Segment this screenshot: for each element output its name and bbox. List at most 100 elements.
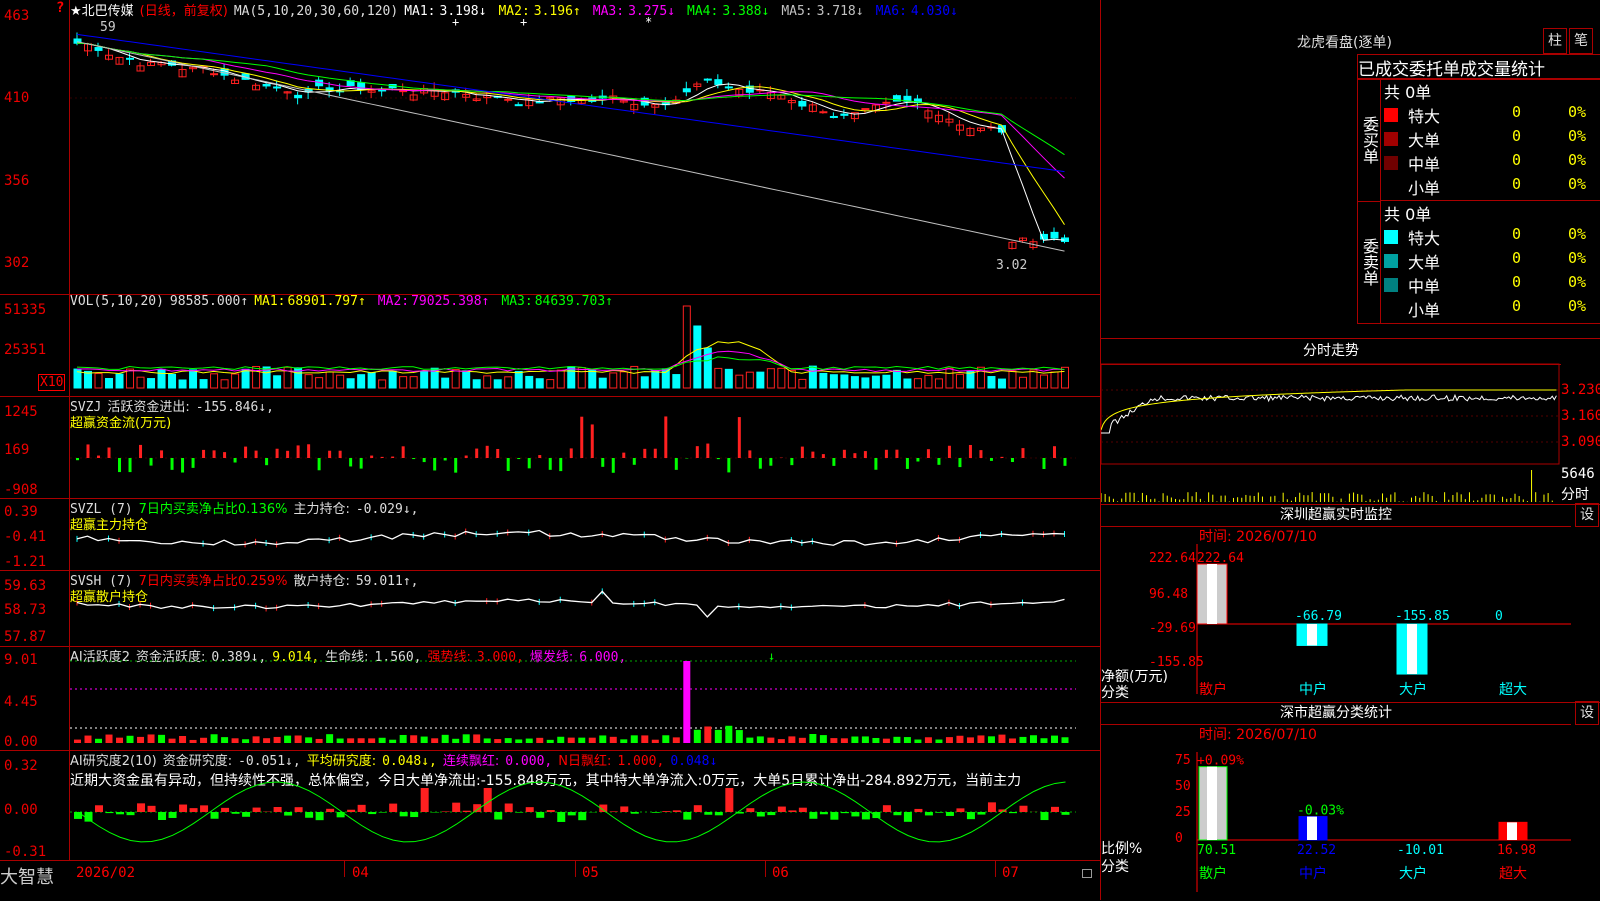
volume-bar bbox=[326, 372, 333, 388]
ai-activity-pane[interactable]: 9.01 4.45 0.00 AI活跃度2资金活跃度:0.389↓,9.014,… bbox=[0, 646, 1100, 751]
research-bar bbox=[683, 812, 691, 820]
realtime-monitor-panel[interactable]: 深圳超赢实时监控 设 时间: 2026/07/10 222.6496.48-29… bbox=[1101, 504, 1600, 703]
ai-research-pane[interactable]: 0.32 0.00 -0.31 AI研究度2(10)资金研究度:-0.051↓,… bbox=[0, 750, 1100, 860]
flow-bar bbox=[423, 458, 426, 462]
kline-pane[interactable]: 463 410 356 302 ? ★北巴传媒(日线，前复权)MA(5,10,2… bbox=[0, 0, 1100, 295]
volume-bar bbox=[935, 379, 942, 388]
flow-bar bbox=[97, 456, 100, 458]
research-bar bbox=[652, 812, 660, 813]
order-count: 0 bbox=[1512, 297, 1521, 315]
activity-bar bbox=[494, 739, 501, 743]
volume-chart[interactable] bbox=[0, 294, 1100, 396]
volume-bar bbox=[389, 371, 396, 388]
intraday-chart[interactable] bbox=[1101, 338, 1600, 504]
candle-body bbox=[505, 99, 512, 100]
ai-research-chart[interactable] bbox=[0, 750, 1100, 860]
candlestick-chart[interactable]: ++* bbox=[0, 0, 1100, 294]
svsh-pane[interactable]: 59.63 58.73 57.87 SVSH (7)7日内买卖净占比0.259%… bbox=[0, 570, 1100, 647]
volume-bar bbox=[736, 375, 743, 388]
research-bar bbox=[95, 805, 103, 812]
lock-icon[interactable] bbox=[1082, 869, 1092, 878]
monitor-value-label: 222.64 bbox=[1197, 551, 1244, 566]
svsh-chart[interactable] bbox=[0, 570, 1100, 646]
tick-toggle-button[interactable]: 笔 bbox=[1569, 28, 1593, 54]
volume-bar bbox=[274, 376, 281, 388]
flow-bar bbox=[339, 451, 342, 458]
volume-bar bbox=[1030, 370, 1037, 388]
volume-bar bbox=[232, 374, 239, 388]
svzj-chart[interactable] bbox=[0, 396, 1100, 498]
activity-bar bbox=[526, 739, 533, 743]
flow-bar bbox=[864, 451, 867, 458]
candle-body bbox=[862, 109, 869, 110]
volume-bar bbox=[725, 369, 732, 388]
dragon-tiger-panel: 龙虎看盘(逐单) 柱 笔 已成交委托单成交量统计 委买单 委卖单 共 0单 共 … bbox=[1101, 0, 1600, 339]
volume-bar bbox=[862, 378, 869, 388]
svzl-chart[interactable] bbox=[0, 498, 1100, 570]
activity-bar bbox=[505, 738, 512, 743]
flow-bar bbox=[234, 458, 237, 462]
volume-bar bbox=[851, 377, 858, 388]
activity-bar bbox=[914, 740, 921, 743]
flow-bar bbox=[1042, 458, 1045, 469]
order-size-label: 特大 bbox=[1408, 225, 1440, 249]
order-count: 0 bbox=[1512, 151, 1521, 169]
candle-body bbox=[704, 79, 711, 80]
flow-bar bbox=[486, 446, 489, 458]
volume-bar bbox=[536, 379, 543, 388]
classify-stats-panel[interactable]: 深市超赢分类统计 设 时间: 2026/07/10 7550250+0.09%7… bbox=[1101, 702, 1600, 900]
research-bar bbox=[830, 812, 838, 820]
svzj-pane[interactable]: 1245 169 -908 SVZJ活跃资金进出:-155.846↓, 超赢资金… bbox=[0, 396, 1100, 499]
research-bar bbox=[106, 812, 114, 813]
svzl-pane[interactable]: 0.39 -0.41 -1.21 SVZL (7)7日内买卖净占比0.136%主… bbox=[0, 498, 1100, 571]
order-color-swatch bbox=[1384, 108, 1398, 122]
order-color-swatch bbox=[1384, 302, 1398, 316]
activity-bar bbox=[935, 740, 942, 743]
flow-bar bbox=[570, 448, 573, 458]
classify-bar-chart[interactable]: 7550250+0.09%70.51散户-0.03%22.52中户-10.01大… bbox=[1101, 702, 1600, 900]
order-color-swatch bbox=[1384, 278, 1398, 292]
research-bar bbox=[389, 804, 397, 812]
intraday-panel[interactable]: 分时走势 3.230 3.160 3.090 5646 分时 bbox=[1101, 338, 1600, 505]
bar-highlight bbox=[1307, 624, 1317, 645]
order-size-label: 大单 bbox=[1408, 127, 1440, 151]
activity-bar bbox=[704, 726, 711, 743]
activity-bar bbox=[421, 737, 428, 743]
bar-toggle-button[interactable]: 柱 bbox=[1543, 28, 1567, 54]
flow-bar bbox=[507, 458, 510, 471]
candle-body bbox=[715, 80, 722, 85]
intraday-frame bbox=[1101, 364, 1559, 464]
flow-bar bbox=[370, 456, 373, 458]
research-bar bbox=[967, 812, 975, 819]
activity-bar bbox=[515, 739, 522, 743]
volume-pane[interactable]: 51335 25351 X10 VOL(5,10,20)98585.000↑MA… bbox=[0, 294, 1100, 397]
flow-bar bbox=[108, 448, 111, 458]
activity-bar bbox=[137, 737, 144, 743]
activity-bar bbox=[631, 735, 638, 743]
monitor-bar-chart[interactable]: 222.6496.48-29.69-155.85222.64散户-66.79中户… bbox=[1101, 504, 1600, 702]
bar-highlight bbox=[1207, 767, 1217, 840]
activity-bar bbox=[221, 737, 228, 743]
activity-bar bbox=[263, 738, 270, 743]
flow-bar bbox=[948, 446, 951, 458]
activity-bar bbox=[106, 735, 113, 743]
bar-highlight bbox=[1507, 822, 1517, 840]
classify-y-tick: 75 bbox=[1175, 753, 1191, 768]
volume-bar bbox=[137, 377, 144, 388]
candle-body bbox=[683, 89, 690, 92]
activity-bar bbox=[809, 734, 816, 743]
volume-bar bbox=[673, 375, 680, 388]
order-size-label: 中单 bbox=[1408, 273, 1440, 297]
research-bar bbox=[809, 812, 817, 819]
order-count: 0 bbox=[1512, 103, 1521, 121]
cross-marker: + bbox=[452, 15, 459, 29]
candle-body bbox=[830, 116, 837, 117]
classify-top-label: +0.09% bbox=[1197, 754, 1244, 769]
activity-bar bbox=[536, 738, 543, 743]
research-bar bbox=[904, 812, 912, 822]
volume-bar bbox=[148, 379, 155, 388]
activity-bar bbox=[284, 736, 291, 743]
activity-bar bbox=[379, 738, 386, 743]
ai-activity-chart[interactable]: ↓ bbox=[0, 646, 1100, 750]
research-bar bbox=[253, 808, 261, 812]
